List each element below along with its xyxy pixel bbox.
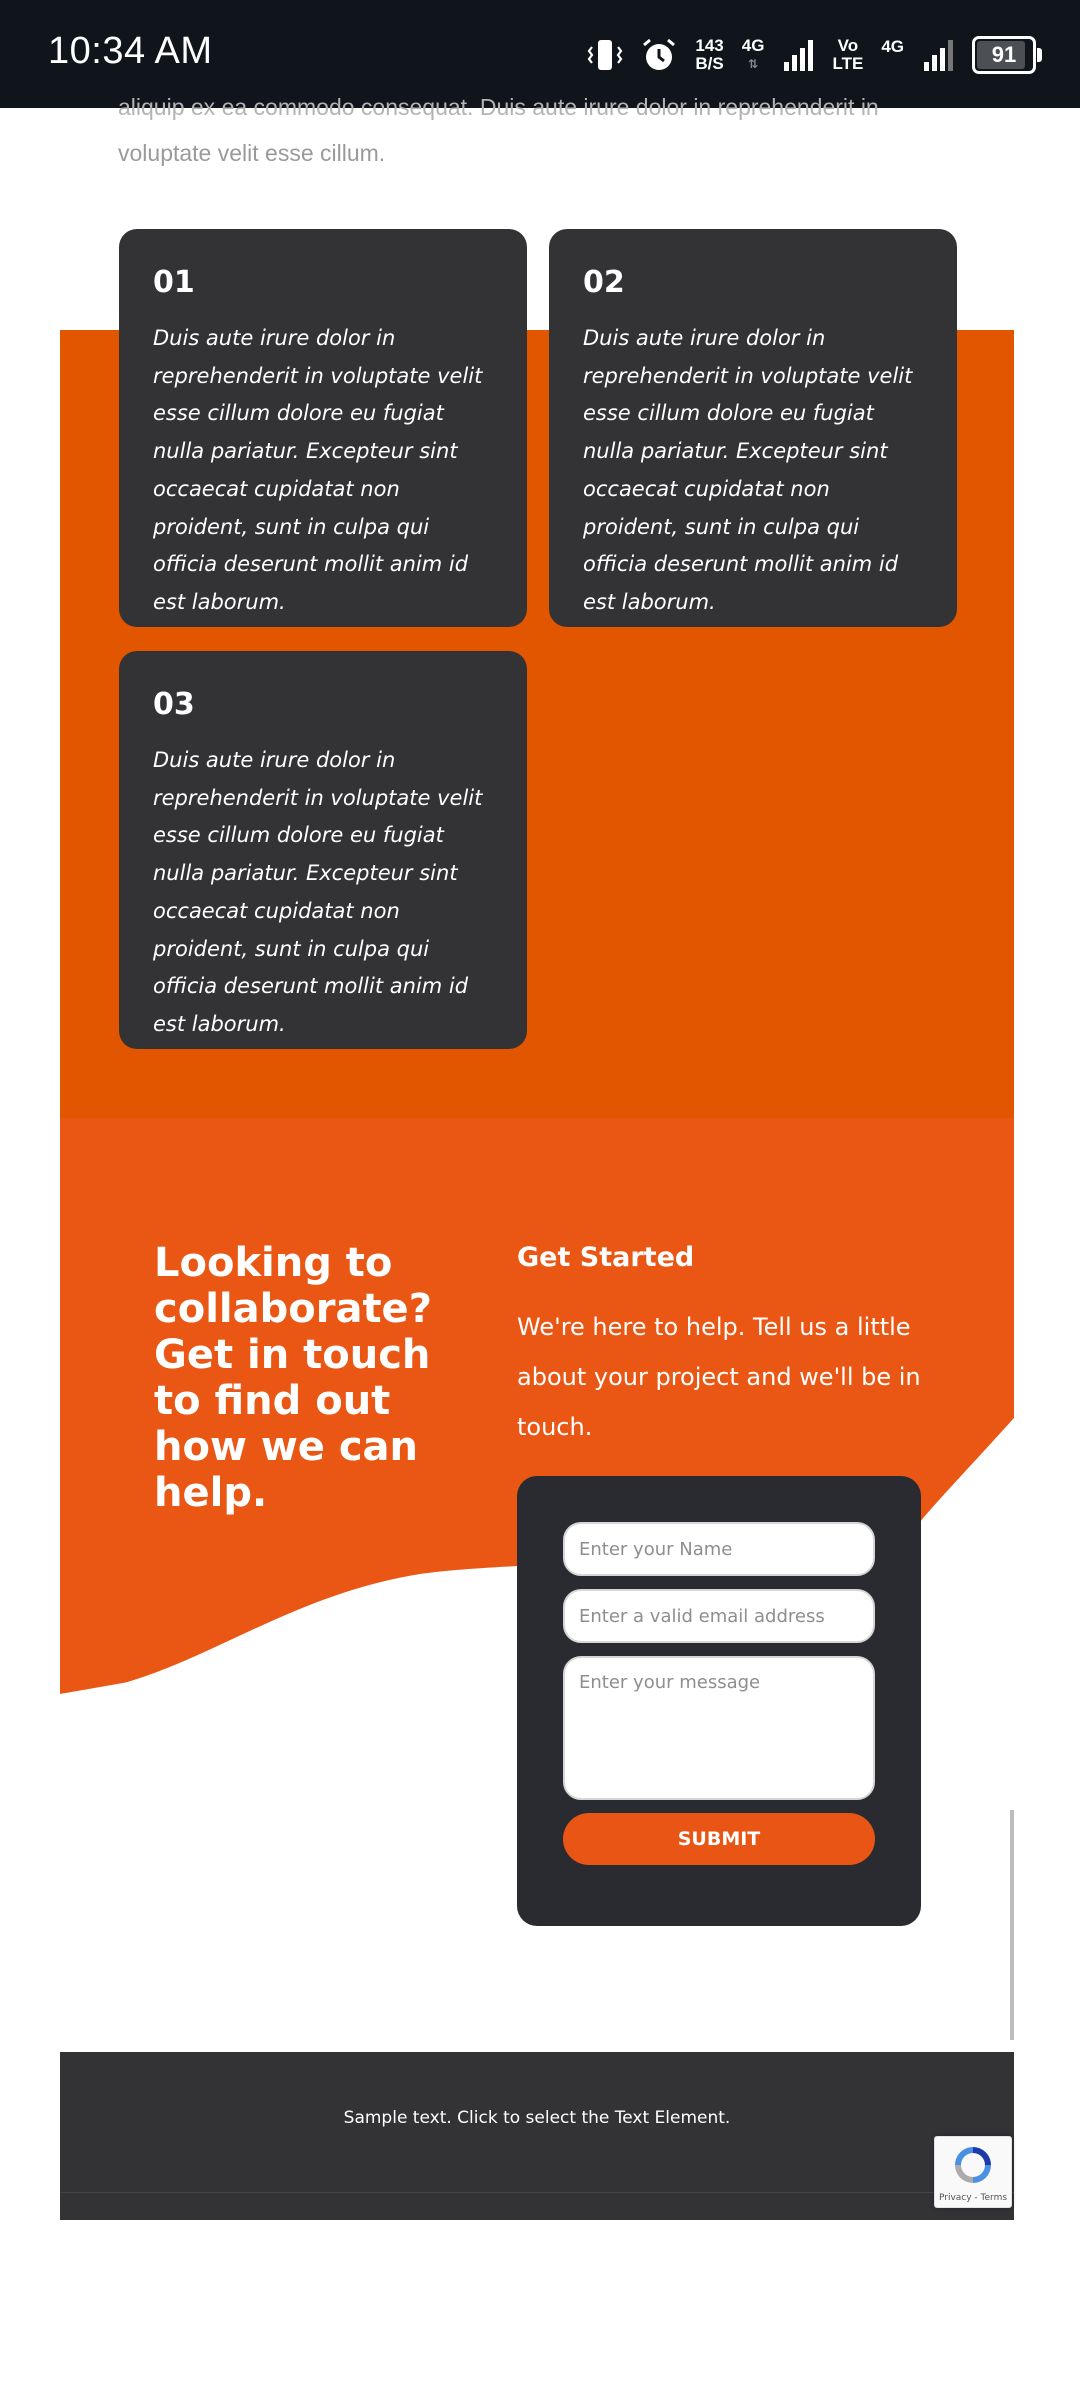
card-text: Duis aute irure dolor in reprehenderit i… bbox=[153, 748, 483, 1036]
card-number: 03 bbox=[153, 687, 195, 722]
recaptcha-icon bbox=[955, 2147, 991, 2183]
status-icons: 143 B/S 4G ⇅ Vo LTE 4G 91 bbox=[587, 30, 1042, 80]
battery-icon: 91 bbox=[972, 36, 1042, 74]
contact-form: SUBMIT bbox=[517, 1476, 921, 1926]
card-text: Duis aute irure dolor in reprehenderit i… bbox=[153, 326, 483, 614]
collaborate-heading: Looking to collaborate? Get in touch to … bbox=[154, 1240, 432, 1516]
intro-text: aliquip ex ea commodo consequat. Duis au… bbox=[118, 84, 958, 176]
footer-divider bbox=[60, 2192, 1014, 2193]
card-text: Duis aute irure dolor in reprehenderit i… bbox=[583, 326, 913, 614]
get-started-title: Get Started bbox=[517, 1242, 695, 1273]
feature-card: 03 Duis aute irure dolor in reprehenderi… bbox=[119, 651, 527, 1049]
network-type-2: 4G bbox=[881, 37, 904, 56]
net-speed: 143 B/S bbox=[695, 36, 724, 73]
network-type-1: 4G ⇅ bbox=[741, 36, 765, 72]
card-number: 02 bbox=[583, 265, 625, 300]
feature-card: 02 Duis aute irure dolor in reprehenderi… bbox=[549, 229, 957, 627]
email-input[interactable] bbox=[563, 1589, 875, 1643]
message-input[interactable] bbox=[563, 1656, 875, 1800]
intro-text-cut: aliquip ex ea commodo consequat. Duis au… bbox=[118, 94, 879, 120]
vibrate-icon bbox=[587, 38, 623, 72]
footer-text: Sample text. Click to select the Text El… bbox=[343, 2108, 731, 2128]
card-number: 01 bbox=[153, 265, 195, 300]
recaptcha-links[interactable]: Privacy - Terms bbox=[935, 2193, 1011, 2203]
alarm-icon bbox=[641, 37, 677, 73]
signal-icon bbox=[922, 38, 954, 72]
get-started-text: We're here to help. Tell us a little abo… bbox=[517, 1313, 921, 1441]
footer: Sample text. Click to select the Text El… bbox=[60, 2052, 1014, 2220]
battery-level: 91 bbox=[991, 42, 1017, 67]
submit-button[interactable]: SUBMIT bbox=[563, 1813, 875, 1865]
recaptcha-badge[interactable]: Privacy - Terms bbox=[934, 2136, 1012, 2208]
scrollbar[interactable] bbox=[1010, 1810, 1014, 2040]
signal-icon bbox=[782, 38, 814, 72]
volte-indicator: Vo LTE bbox=[832, 36, 864, 73]
name-input[interactable] bbox=[563, 1522, 875, 1576]
status-time: 10:34 AM bbox=[48, 30, 213, 72]
intro-text-line: voluptate velit esse cillum. bbox=[118, 140, 386, 166]
feature-card: 01 Duis aute irure dolor in reprehenderi… bbox=[119, 229, 527, 627]
